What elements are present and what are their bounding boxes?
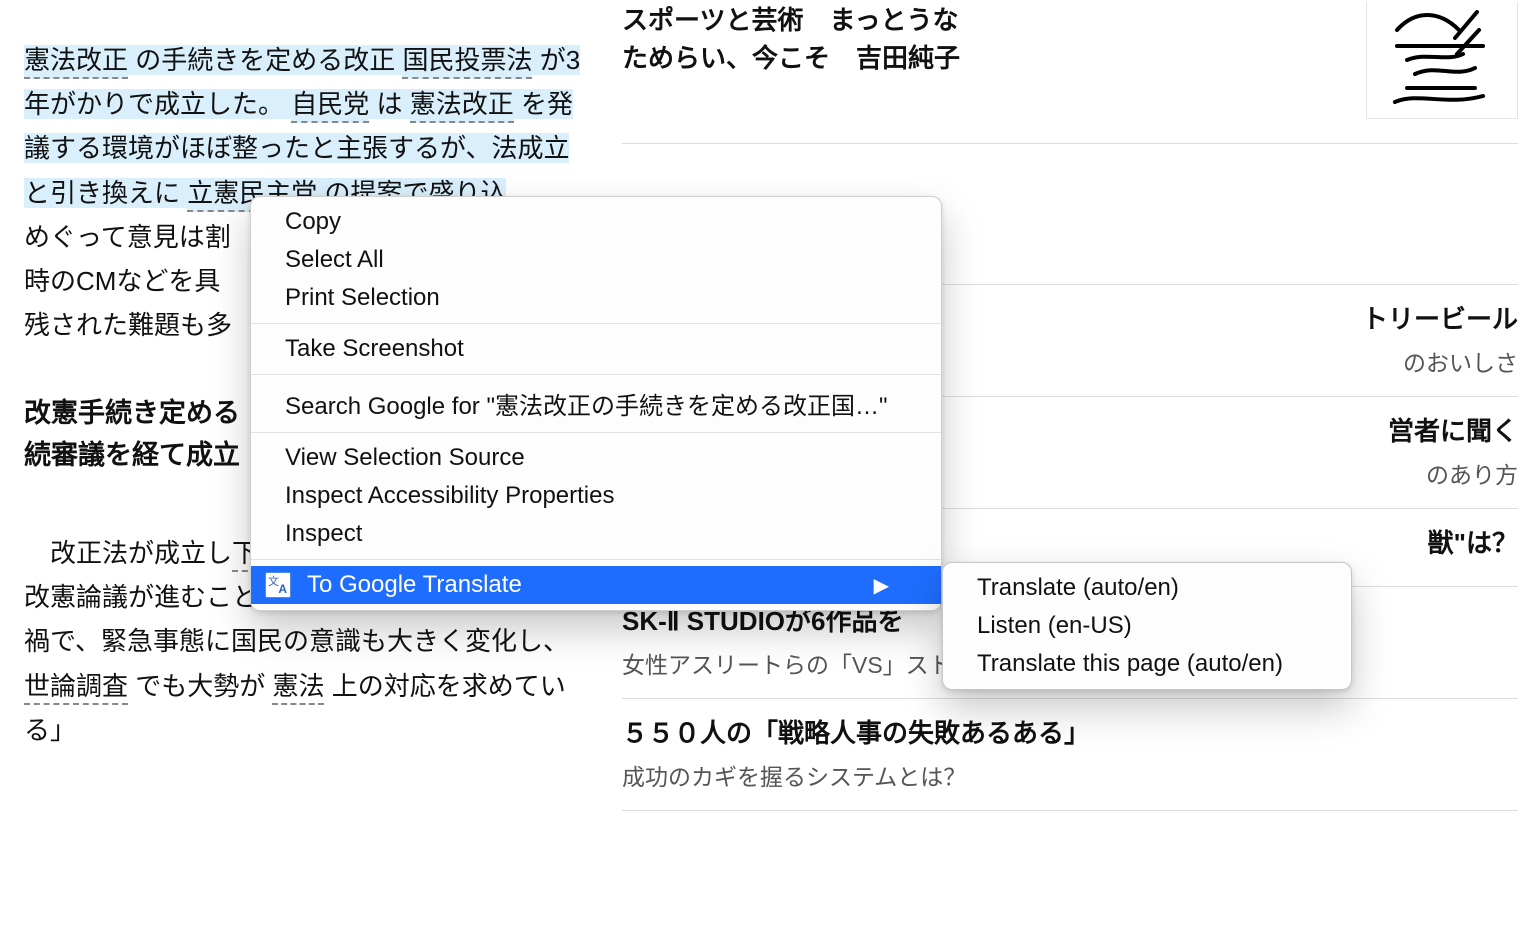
featured-item[interactable]: スポーツと芸術 まっとうなためらい、今こそ 吉田純子 bbox=[622, 0, 1518, 129]
translate-submenu[interactable]: Translate (auto/en)Listen (en-US)Transla… bbox=[942, 562, 1352, 690]
context-menu[interactable]: CopySelect AllPrint Selection Take Screen… bbox=[250, 196, 942, 611]
menu-item-print-selection[interactable]: Print Selection bbox=[251, 279, 941, 317]
article-text: は bbox=[369, 89, 409, 119]
submenu-item-listen-en-us[interactable]: Listen (en-US) bbox=[943, 607, 1351, 645]
article-text: の手続きを定める改正 bbox=[128, 45, 402, 75]
subheading-line: 続審議を経て成立 bbox=[24, 440, 240, 470]
list-item-title: ５５０人の「戦略人事の失敗あるある」 bbox=[622, 713, 1518, 750]
article-text: 時のCMなどを具 bbox=[24, 266, 220, 296]
menu-item-inspect-accessibility-properties[interactable]: Inspect Accessibility Properties bbox=[251, 477, 941, 515]
featured-item-title: スポーツと芸術 まっとうなためらい、今こそ 吉田純子 bbox=[622, 2, 982, 77]
subheading-line: 改憲手続き定める bbox=[24, 398, 240, 428]
article-text: めぐって意見は割 bbox=[24, 222, 231, 252]
submenu-item-translate-auto-en[interactable]: Translate (auto/en) bbox=[943, 569, 1351, 607]
linked-term[interactable]: 国民投票法 bbox=[402, 45, 532, 79]
menu-separator bbox=[251, 374, 941, 375]
menu-item-select-all[interactable]: Select All bbox=[251, 241, 941, 279]
menu-item-view-selection-source[interactable]: View Selection Source bbox=[251, 439, 941, 477]
menu-item-to-google-translate[interactable]: To Google Translate ▶ bbox=[251, 566, 941, 604]
article-text: 残された難題も多 bbox=[24, 310, 232, 340]
linked-term[interactable]: 憲法 bbox=[272, 671, 324, 705]
article-text: でも大勢が bbox=[128, 671, 272, 701]
menu-separator bbox=[251, 323, 941, 324]
submenu-item-translate-this-page-auto-en[interactable]: Translate this page (auto/en) bbox=[943, 645, 1351, 683]
featured-item-logo bbox=[1366, 2, 1518, 119]
menu-separator bbox=[251, 432, 941, 433]
list-item-subtitle: 成功のカギを握るシステムとは？ bbox=[622, 758, 1518, 792]
linked-term[interactable]: 自民党 bbox=[291, 89, 369, 123]
submenu-arrow-icon: ▶ bbox=[874, 573, 889, 598]
menu-item-copy[interactable]: Copy bbox=[251, 203, 941, 241]
menu-item-label: To Google Translate bbox=[307, 571, 522, 599]
menu-item-take-screenshot[interactable]: Take Screenshot bbox=[251, 330, 941, 368]
linked-term[interactable]: 憲法改正 bbox=[24, 45, 128, 79]
menu-item-search-google-for[interactable]: Search Google for "憲法改正の手続きを定める改正国…" bbox=[251, 381, 941, 426]
linked-term[interactable]: 憲法改正 bbox=[410, 89, 514, 123]
menu-separator bbox=[251, 559, 941, 560]
article-text: 改正法が成立し bbox=[24, 538, 232, 568]
menu-item-inspect[interactable]: Inspect bbox=[251, 515, 941, 553]
translate-icon bbox=[265, 572, 291, 598]
linked-term[interactable]: 世論調査 bbox=[24, 671, 128, 705]
list-item[interactable]: ５５０人の「戦略人事の失敗あるある」成功のカギを握るシステムとは？ bbox=[622, 699, 1518, 811]
divider bbox=[622, 143, 1518, 144]
